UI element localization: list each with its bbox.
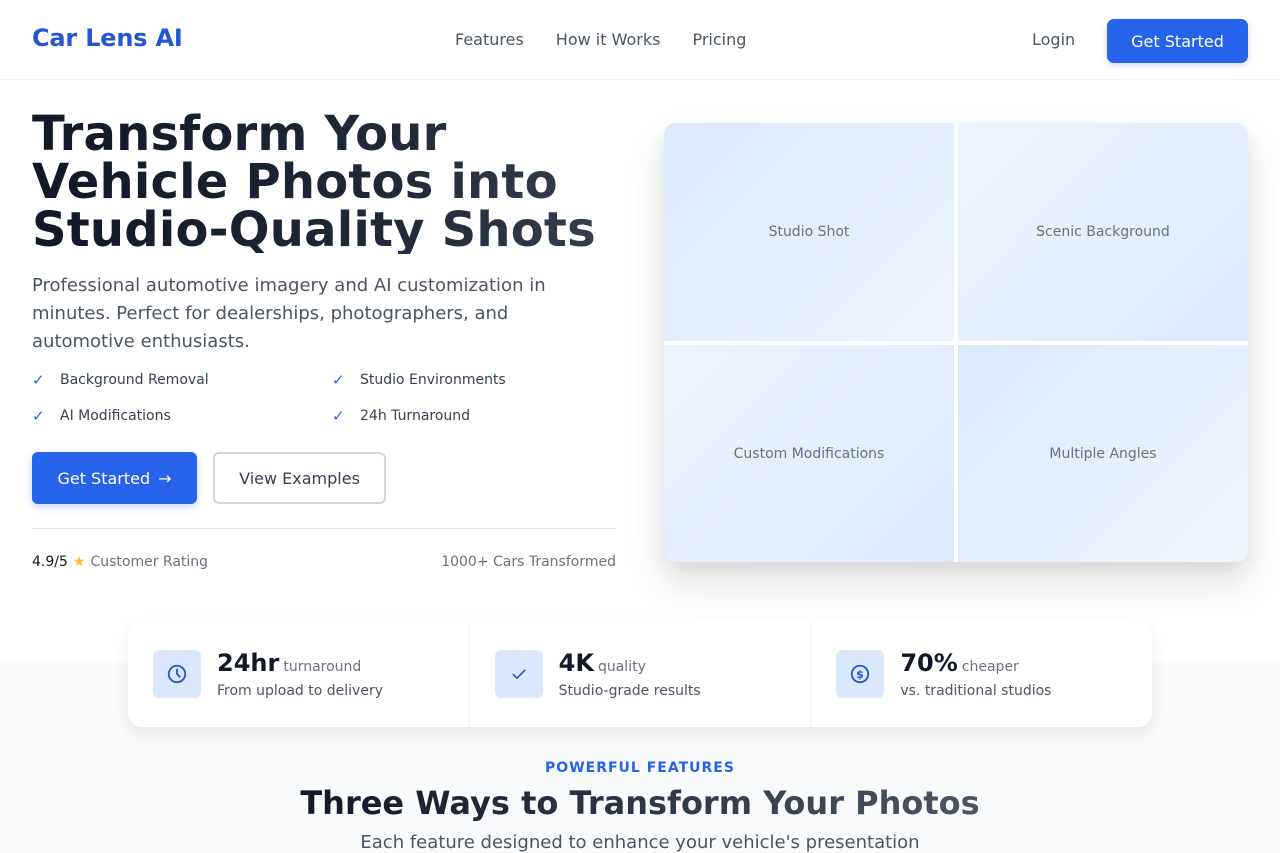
showcase-grid: Studio Shot Scenic Background Custom Mod…	[664, 123, 1248, 562]
section-subtitle: Each feature designed to enhance your ve…	[360, 832, 920, 853]
tile-studio-shot[interactable]: Studio Shot	[664, 123, 954, 341]
feature-label: Studio Environments	[360, 372, 506, 388]
stat-description: Studio-grade results	[558, 683, 701, 699]
nav-get-started-button[interactable]: Get Started	[1107, 19, 1248, 63]
clock-icon	[153, 650, 201, 698]
nav-link-how-it-works[interactable]: How it Works	[556, 30, 661, 49]
star-icon: ★	[72, 554, 86, 570]
check-icon: ✓	[332, 407, 345, 425]
view-examples-button[interactable]: View Examples	[213, 452, 386, 504]
stat-description: vs. traditional studios	[900, 683, 1052, 699]
feature-item: ✓ 24h Turnaround	[332, 406, 616, 426]
rating-value: 4.9/5	[32, 554, 68, 570]
stat-turnaround: 24hr turnaround From upload to delivery	[128, 621, 470, 727]
stat-unit: quality	[597, 659, 646, 675]
section-title-text: Three Ways to Transform Your Photos	[300, 784, 980, 822]
login-link[interactable]: Login	[1032, 30, 1075, 49]
tile-multiple-angles[interactable]: Multiple Angles	[958, 345, 1248, 562]
divider	[32, 528, 616, 529]
stat-price: $ 70% cheaper vs. traditional studios	[811, 621, 1152, 727]
hero-title-line: Vehicle Photos into	[32, 158, 632, 206]
tile-custom-modifications[interactable]: Custom Modifications	[664, 345, 954, 562]
feature-checklist: ✓ Background Removal ✓ Studio Environmen…	[32, 370, 616, 426]
customer-rating: 4.9/5 ★ Customer Rating	[32, 554, 208, 570]
rating-label: Customer Rating	[90, 554, 209, 570]
stat-value: 24hr	[217, 649, 280, 677]
hero-get-started-button[interactable]: Get Started →	[32, 452, 197, 504]
cars-transformed: 1000+ Cars Transformed	[441, 554, 616, 570]
check-icon: ✓	[32, 407, 45, 425]
stats-bar: 24hr turnaround From upload to delivery 4…	[128, 621, 1152, 727]
section-title: Three Ways to Transform Your Photos	[0, 784, 1280, 822]
button-label: Get Started	[57, 468, 151, 488]
stat-unit: turnaround	[283, 659, 362, 675]
stat-unit: cheaper	[961, 659, 1019, 675]
stat-value: 4K	[558, 649, 594, 677]
feature-label: 24h Turnaround	[360, 408, 471, 424]
check-icon: ✓	[32, 371, 45, 389]
check-icon	[494, 650, 543, 698]
feature-item: ✓ Studio Environments	[332, 370, 616, 390]
hero-title-line: Studio-Quality Shots	[32, 206, 632, 254]
stat-quality: 4K quality Studio-grade results	[470, 621, 812, 727]
top-nav: Car Lens AI Features How it Works Pricin…	[0, 0, 1280, 80]
feature-label: Background Removal	[60, 372, 209, 388]
feature-label: AI Modifications	[60, 408, 171, 424]
feature-item: ✓ Background Removal	[32, 370, 332, 390]
nav-link-pricing[interactable]: Pricing	[692, 30, 746, 49]
nav-links: Features How it Works Pricing	[455, 30, 746, 49]
stat-description: From upload to delivery	[217, 683, 383, 699]
hero-title-line: Transform Your	[32, 110, 632, 158]
stat-value: 70%	[900, 649, 958, 677]
svg-text:$: $	[857, 668, 865, 681]
nav-link-features[interactable]: Features	[455, 30, 524, 49]
hero-title: Transform Your Vehicle Photos into Studi…	[32, 110, 632, 254]
hero-subtitle: Professional automotive imagery and AI c…	[32, 275, 546, 352]
dollar-icon: $	[836, 650, 885, 698]
feature-item: ✓ AI Modifications	[32, 406, 332, 426]
arrow-right-icon: →	[158, 468, 172, 488]
tile-scenic-background[interactable]: Scenic Background	[958, 123, 1248, 341]
logo[interactable]: Car Lens AI	[32, 24, 183, 52]
check-icon: ✓	[332, 371, 345, 389]
section-eyebrow: POWERFUL FEATURES	[545, 760, 735, 776]
